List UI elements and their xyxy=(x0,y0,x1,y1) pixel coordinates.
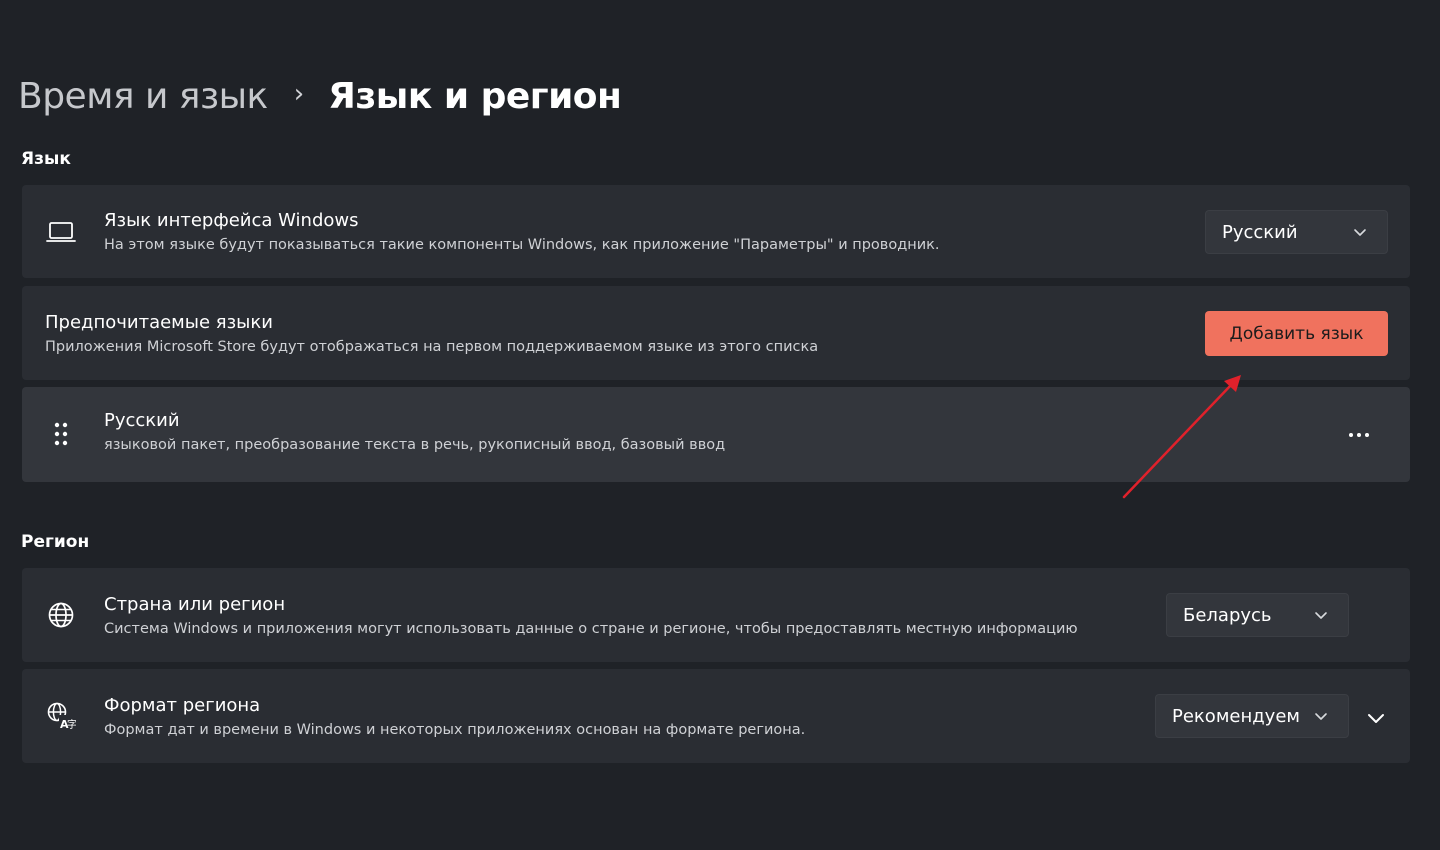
display-language-title: Язык интерфейса Windows xyxy=(104,210,359,231)
chevron-down-icon xyxy=(1315,713,1327,720)
globe-icon xyxy=(46,600,76,630)
section-title-language: Язык xyxy=(21,149,71,169)
installed-language-row[interactable]: Русский языковой пакет, преобразование т… xyxy=(22,387,1410,482)
preferred-languages-text: Предпочитаемые языки Приложения Microsof… xyxy=(45,311,818,359)
preferred-languages-card: Предпочитаемые языки Приложения Microsof… xyxy=(22,286,1410,380)
chevron-down-icon xyxy=(1315,612,1327,619)
preferred-languages-title: Предпочитаемые языки xyxy=(45,312,273,333)
country-region-card: Страна или регион Система Windows и прил… xyxy=(22,568,1410,662)
section-title-region: Регион xyxy=(21,532,90,552)
chevron-down-icon xyxy=(1368,714,1384,723)
chevron-down-icon xyxy=(1354,229,1366,236)
breadcrumb: Время и язык › Язык и регион xyxy=(18,70,622,122)
regional-format-value: Рекомендуем xyxy=(1172,705,1300,727)
more-icon xyxy=(1349,433,1369,437)
laptop-icon xyxy=(46,218,76,248)
installed-language-title: Русский xyxy=(104,410,180,431)
installed-language-subtitle: языковой пакет, преобразование текста в … xyxy=(104,437,726,453)
regional-format-title: Формат региона xyxy=(104,695,261,716)
country-region-dropdown[interactable]: Беларусь xyxy=(1166,593,1349,637)
country-region-value: Беларусь xyxy=(1183,604,1272,626)
display-language-value: Русский xyxy=(1222,221,1298,243)
display-language-subtitle: На этом языке будут показываться такие к… xyxy=(104,237,940,253)
add-language-button[interactable]: Добавить язык xyxy=(1205,311,1388,356)
regional-format-icon: A 字 xyxy=(46,701,76,731)
regional-format-card[interactable]: A 字 Формат региона Формат дат и времени … xyxy=(22,669,1410,763)
breadcrumb-separator: › xyxy=(293,79,305,109)
country-region-title: Страна или регион xyxy=(104,594,286,615)
display-language-text: Язык интерфейса Windows На этом языке бу… xyxy=(104,209,940,257)
regional-format-dropdown[interactable]: Рекомендуем xyxy=(1155,694,1349,738)
regional-format-text: Формат региона Формат дат и времени в Wi… xyxy=(104,694,805,742)
installed-language-text: Русский языковой пакет, преобразование т… xyxy=(104,409,725,457)
regional-format-subtitle: Формат дат и времени в Windows и некотор… xyxy=(104,722,806,738)
country-region-subtitle: Система Windows и приложения могут испол… xyxy=(104,621,1078,637)
display-language-card: Язык интерфейса Windows На этом языке бу… xyxy=(22,185,1410,278)
settings-page: Время и язык › Язык и регион Язык Язык и… xyxy=(0,0,1440,850)
expand-regional-format-button[interactable] xyxy=(1362,704,1390,732)
country-region-text: Страна или регион Система Windows и прил… xyxy=(104,593,1078,641)
page-title: Язык и регион xyxy=(328,75,622,117)
more-options-button[interactable] xyxy=(1338,420,1380,450)
display-language-dropdown[interactable]: Русский xyxy=(1205,210,1388,254)
breadcrumb-parent-link[interactable]: Время и язык xyxy=(18,76,268,117)
drag-handle-icon[interactable] xyxy=(46,419,76,449)
svg-text:字: 字 xyxy=(67,718,76,731)
preferred-languages-subtitle: Приложения Microsoft Store будут отображ… xyxy=(45,339,819,355)
